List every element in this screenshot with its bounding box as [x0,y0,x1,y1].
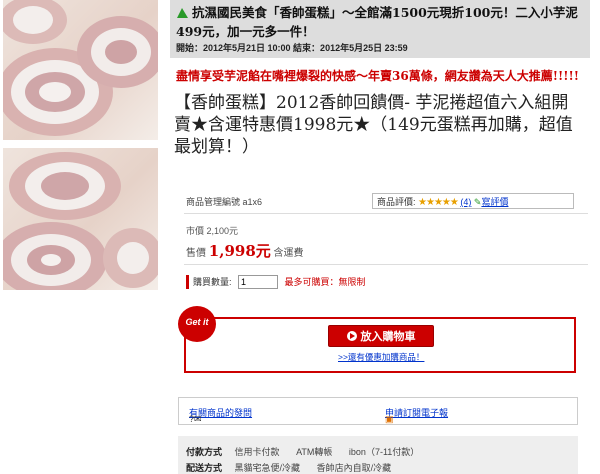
payment-method: 信用卡付款 [234,447,280,457]
product-tagline: 盡情享受芋泥餡在嘴裡爆裂的快感～年賣36萬條，網友讚為天人大推薦!!!!! [176,69,580,83]
review-count-link[interactable]: (4) [460,197,471,207]
divider [184,264,588,265]
product-image-2[interactable] [3,148,158,290]
divider [184,213,588,214]
rating-stars: ★★★★★ [418,197,459,208]
shipping-label: 配送方式 [186,463,223,473]
play-icon [346,331,357,341]
cake-roll-image [3,152,158,290]
payment-method: ATM轉帳 [296,447,333,457]
quantity-label: 購買數量 [193,277,230,287]
addon-link[interactable]: >>還有優惠加購商品！ [338,351,424,363]
sale-price-row: 售價 1,998元 含運費 [186,240,304,261]
market-price: 市價 2,100元 [186,226,239,236]
newsletter-icon: ▣ [385,414,394,424]
product-images [0,0,160,474]
shipping-note: 含運費 [273,248,304,259]
product-name: 【香帥蛋糕】2012香帥回饋價- 芋泥捲超值六入組開賣★含運特惠價1998元★（… [174,93,573,157]
add-to-cart-button[interactable]: 放入購物車 [328,325,434,347]
sale-amount: 1,998元 [208,242,271,260]
rating-box: 商品評價: ★★★★★ (4) ✎寫評價 [372,193,574,209]
shipping-method: 香帥店內自取/冷藏 [316,463,392,473]
payment-method: ibon（7-11付款） [348,447,420,457]
shipping-row: 配送方式 黑貓宅急便/冷藏 香帥店內自取/冷藏 [186,461,405,474]
cake-roll-image [3,0,158,136]
promo-title-text: 抗濕國民美食「香帥蛋糕」～全館滿1500元現折100元！二入小芋泥499元，加一… [176,5,578,39]
get-it-badge: Get it [178,306,216,342]
sale-label: 售價 [186,248,206,259]
write-review-link[interactable]: 寫評價 [481,197,508,207]
payment-label: 付款方式 [186,447,223,457]
product-image-1[interactable] [3,0,158,140]
leaf-icon [176,6,189,23]
subscribe-link-label: 申請訂閱電子報 [385,408,449,418]
quantity-input[interactable] [238,275,279,289]
rating-label: 商品評價: [377,197,416,207]
payment-row: 付款方式 信用卡付款 ATM轉帳 ibon（7-11付款） [186,445,433,458]
info-box: ?✉ 有關商品的發問 ▣ 申請訂閱電子報 [178,397,578,425]
shipping-method: 黑貓宅急便/冷藏 [234,463,301,473]
add-to-cart-label: 放入購物車 [360,331,416,343]
product-detail: 抗濕國民美食「香帥蛋糕」～全館滿1500元現折100元！二入小芋泥499元，加一… [170,0,590,474]
promo-banner: 抗濕國民美食「香帥蛋糕」～全館滿1500元現折100元！二入小芋泥499元，加一… [170,0,590,58]
promo-title: 抗濕國民美食「香帥蛋糕」～全館滿1500元現折100元！二入小芋泥499元，加一… [176,4,584,40]
payment-shipping: 付款方式 信用卡付款 ATM轉帳 ibon（7-11付款） 配送方式 黑貓宅急便… [178,436,578,474]
promo-dates: 開始：2012年5月21日 10:00 結束：2012年5月25日 23:59 [176,43,408,53]
question-link[interactable]: ?✉ 有關商品的發問 [189,406,252,424]
quantity-row: 購買數量: 最多可購買：無限制 [186,275,366,289]
subscribe-link[interactable]: ▣ 申請訂閱電子報 [385,406,449,424]
quantity-limit: 最多可購買：無限制 [284,277,366,287]
question-icon: ?✉ [189,414,202,424]
